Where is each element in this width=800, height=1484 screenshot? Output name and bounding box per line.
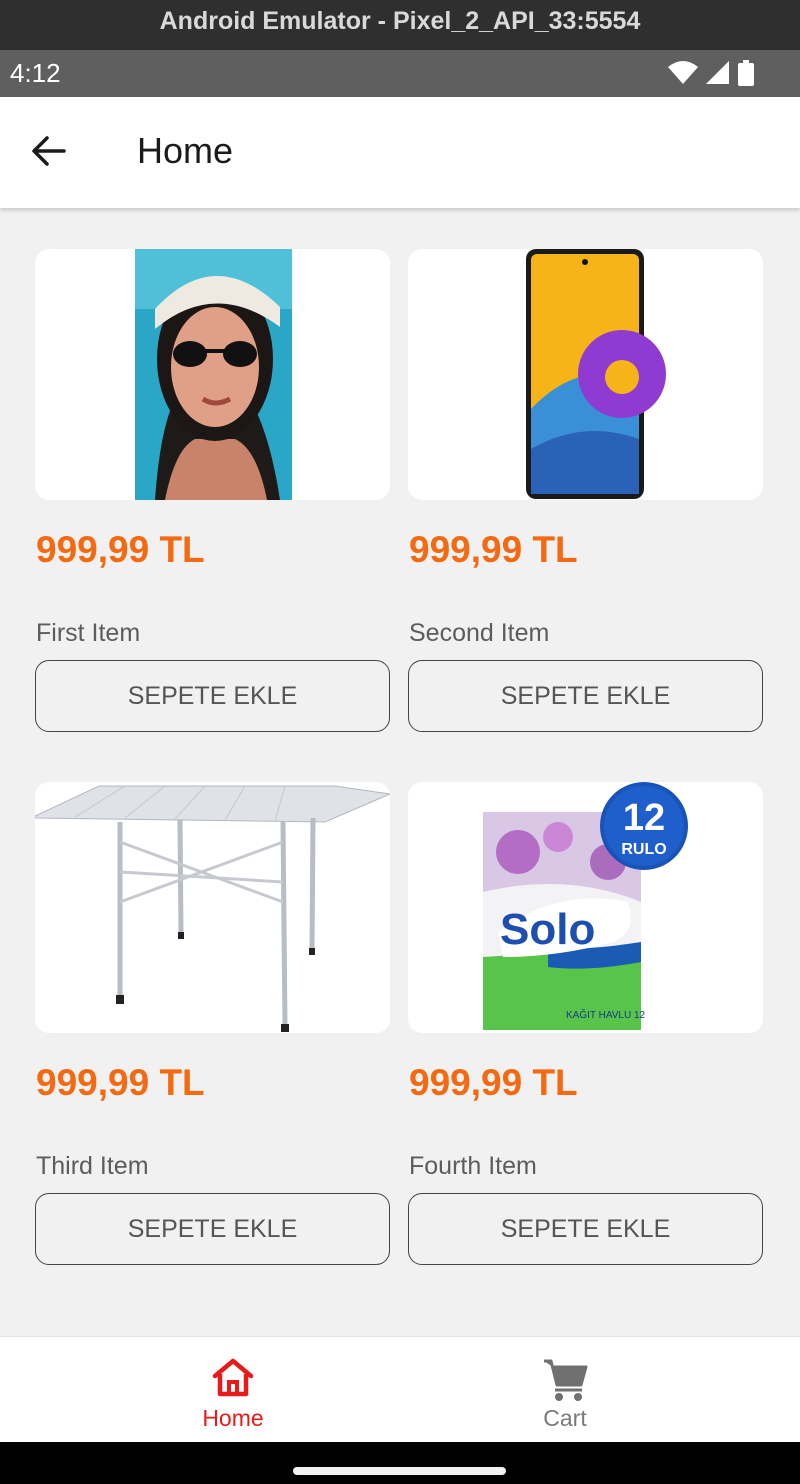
emulator-title-bar: Android Emulator - Pixel_2_API_33:5554 <box>0 0 800 50</box>
product-grid: 999,99 TL First Item SEPETE EKLE 999,99 … <box>0 208 800 1336</box>
product-price: 999,99 TL <box>409 529 578 570</box>
product-image[interactable]: Solo 12 RULO KAĞIT HAVLU 12 <box>408 782 763 1033</box>
product-image[interactable] <box>35 249 390 500</box>
bottom-navigation: Home Cart <box>0 1336 800 1442</box>
add-to-cart-button[interactable]: SEPETE EKLE <box>35 660 390 732</box>
emulator-title: Android Emulator - Pixel_2_API_33:5554 <box>159 7 641 35</box>
product-image[interactable] <box>35 782 390 1033</box>
wifi-icon <box>668 61 698 84</box>
home-gesture-handle[interactable] <box>293 1467 506 1475</box>
package-footer-text: KAĞIT HAVLU 12 <box>566 1008 646 1021</box>
product-name: Third Item <box>36 1152 149 1180</box>
home-icon <box>212 1358 254 1397</box>
app-bar: Home <box>0 97 800 208</box>
roll-word-text: RULO <box>621 841 666 858</box>
status-time: 4:12 <box>10 58 61 88</box>
gesture-navigation-bar <box>0 1442 800 1484</box>
product-price: 999,99 TL <box>36 1062 205 1103</box>
back-button[interactable] <box>26 131 72 171</box>
status-icons <box>668 60 754 86</box>
product-name: First Item <box>36 619 141 647</box>
paper-towel-pack-photo: Solo 12 RULO KAĞIT HAVLU 12 <box>483 782 688 1030</box>
product-price: 999,99 TL <box>36 529 205 570</box>
roll-count-text: 12 <box>623 797 665 839</box>
add-to-cart-button[interactable]: SEPETE EKLE <box>35 1193 390 1265</box>
battery-icon <box>738 60 754 86</box>
nav-label-cart: Cart <box>543 1405 587 1431</box>
woman-sunglasses-photo <box>135 249 292 500</box>
add-to-cart-button[interactable]: SEPETE EKLE <box>408 1193 763 1265</box>
folding-table-photo <box>35 785 390 1032</box>
product-price: 999,99 TL <box>409 1062 578 1103</box>
nav-item-cart[interactable]: Cart <box>365 1337 765 1443</box>
product-name: Fourth Item <box>409 1152 537 1180</box>
page-title: Home <box>137 130 234 171</box>
product-name: Second Item <box>409 619 550 647</box>
arrow-back-icon <box>32 136 66 166</box>
brand-text: Solo <box>500 905 595 954</box>
product-image[interactable] <box>408 249 763 500</box>
status-bar: 4:12 <box>0 50 800 97</box>
cart-icon <box>544 1359 588 1401</box>
signal-icon <box>706 61 729 84</box>
add-to-cart-button[interactable]: SEPETE EKLE <box>408 660 763 732</box>
smartphone-photo <box>526 249 666 499</box>
